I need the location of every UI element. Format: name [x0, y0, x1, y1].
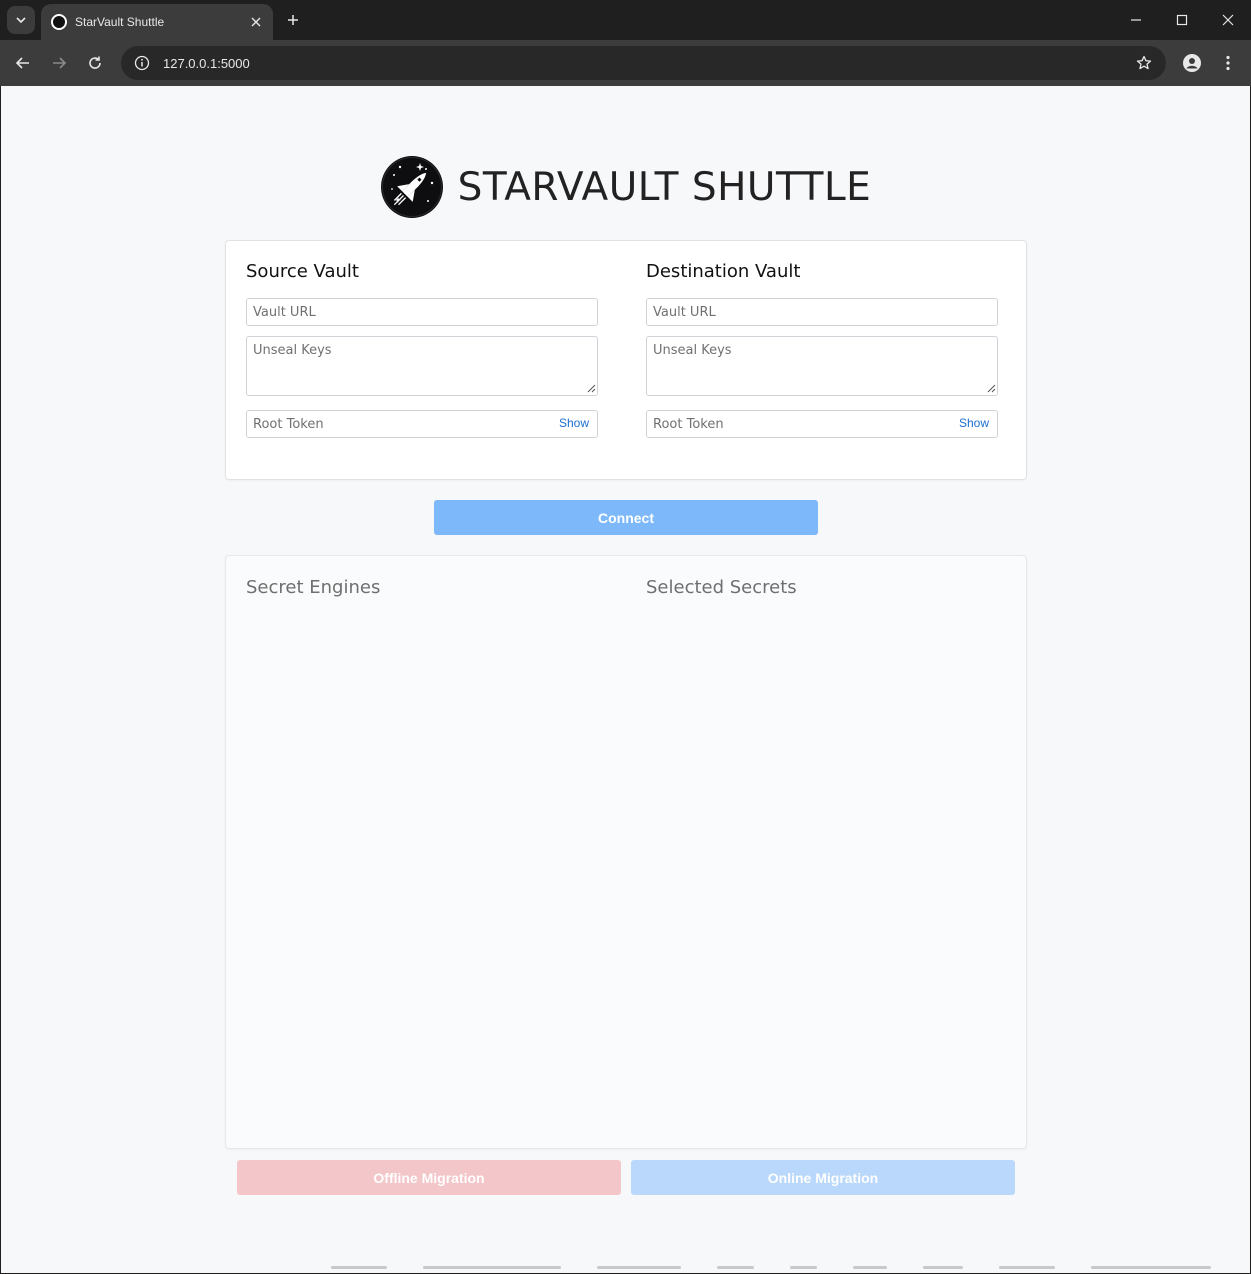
destination-vault-url-input[interactable]	[646, 298, 998, 326]
tab-search-button[interactable]	[7, 6, 35, 34]
kebab-menu-icon	[1226, 55, 1230, 71]
arrow-right-icon	[53, 57, 67, 69]
source-unseal-keys-input[interactable]	[246, 336, 598, 396]
space-shuttle-logo-icon	[380, 156, 443, 218]
close-icon	[251, 17, 261, 27]
source-root-token-input[interactable]	[246, 410, 598, 438]
browser-tab-bar: StarVault Shuttle	[0, 0, 1251, 40]
site-info-icon[interactable]	[133, 54, 151, 72]
source-vault-title: Source Vault	[246, 261, 359, 282]
profile-icon	[1183, 54, 1201, 72]
chevron-down-icon	[16, 17, 26, 24]
vault-connection-card: Source Vault Show Destination Vault Show	[225, 240, 1027, 480]
secrets-card: Secret Engines Selected Secrets	[225, 555, 1027, 1149]
back-button[interactable]	[9, 49, 37, 77]
browser-menu-button[interactable]	[1214, 49, 1242, 77]
window-controls	[1113, 0, 1251, 40]
plus-icon	[288, 15, 298, 25]
arrow-left-icon	[15, 57, 29, 69]
bookmark-star-icon[interactable]	[1134, 53, 1154, 73]
source-vault-url-input[interactable]	[246, 298, 598, 326]
profile-button[interactable]	[1178, 49, 1206, 77]
destination-root-token-input[interactable]	[646, 410, 998, 438]
url-text: 127.0.0.1:5000	[163, 55, 250, 71]
selected-secrets-title: Selected Secrets	[646, 577, 797, 598]
source-root-token-group: Show	[246, 410, 598, 438]
offline-migration-button[interactable]: Offline Migration	[237, 1160, 621, 1195]
close-window-button[interactable]	[1205, 0, 1251, 40]
tab-close-button[interactable]	[247, 13, 265, 31]
maximize-button[interactable]	[1159, 0, 1205, 40]
tab-title: StarVault Shuttle	[75, 15, 165, 29]
secret-engines-title: Secret Engines	[246, 577, 381, 598]
address-bar[interactable]: 127.0.0.1:5000	[121, 46, 1166, 80]
destination-unseal-keys-input[interactable]	[646, 336, 998, 396]
maximize-icon	[1176, 14, 1188, 26]
connect-button[interactable]: Connect	[434, 500, 818, 535]
reload-button[interactable]	[81, 49, 109, 77]
browser-toolbar: 127.0.0.1:5000	[0, 40, 1251, 86]
footer-cutoff	[331, 1266, 1211, 1273]
close-icon	[1222, 14, 1234, 26]
reload-icon	[89, 56, 101, 69]
page-viewport: STARVAULT SHUTTLE Source Vault Show Dest…	[1, 86, 1250, 1273]
forward-button[interactable]	[45, 49, 73, 77]
destination-root-token-group: Show	[646, 410, 998, 438]
destination-show-token-button[interactable]: Show	[959, 416, 989, 430]
source-show-token-button[interactable]: Show	[559, 416, 589, 430]
destination-vault-title: Destination Vault	[646, 261, 801, 282]
minimize-button[interactable]	[1113, 0, 1159, 40]
app-title: STARVAULT SHUTTLE	[457, 164, 872, 210]
app-header: STARVAULT SHUTTLE	[1, 154, 1250, 220]
browser-tab[interactable]: StarVault Shuttle	[41, 4, 273, 40]
favicon-icon	[51, 14, 67, 30]
online-migration-button[interactable]: Online Migration	[631, 1160, 1015, 1195]
minimize-icon	[1131, 19, 1141, 21]
new-tab-button[interactable]	[281, 8, 305, 32]
